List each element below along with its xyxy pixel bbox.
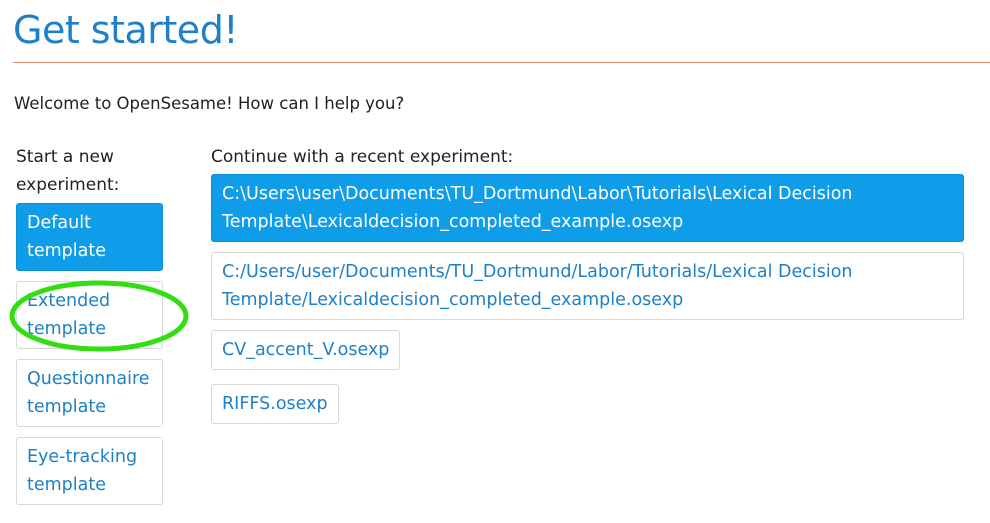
questionnaire-template-button[interactable]: Questionnaire template [16, 359, 163, 427]
new-experiment-section: Start a new experiment: Default template… [16, 143, 166, 515]
recent-experiments-section: Continue with a recent experiment: C:\Us… [211, 143, 966, 438]
welcome-message: Welcome to OpenSesame! How can I help yo… [14, 94, 405, 113]
extended-template-button[interactable]: Extended template [16, 281, 163, 349]
recent-experiment-button[interactable]: C:/Users/user/Documents/TU_Dortmund/Labo… [211, 252, 964, 320]
recent-experiments-heading: Continue with a recent experiment: [211, 147, 514, 167]
new-experiment-heading: Start a new experiment: [16, 147, 120, 195]
default-template-button[interactable]: Default template [16, 203, 163, 271]
recent-experiment-button[interactable]: CV_accent_V.osexp [211, 330, 401, 370]
get-started-page: Get started! Welcome to OpenSesame! How … [0, 0, 990, 523]
eye-tracking-template-button[interactable]: Eye-tracking template [16, 437, 163, 505]
page-title: Get started! [13, 8, 239, 52]
recent-experiment-button[interactable]: RIFFS.osexp [211, 384, 339, 424]
title-divider [13, 62, 990, 63]
recent-experiment-button[interactable]: C:\Users\user\Documents\TU_Dortmund\Labo… [211, 174, 964, 242]
